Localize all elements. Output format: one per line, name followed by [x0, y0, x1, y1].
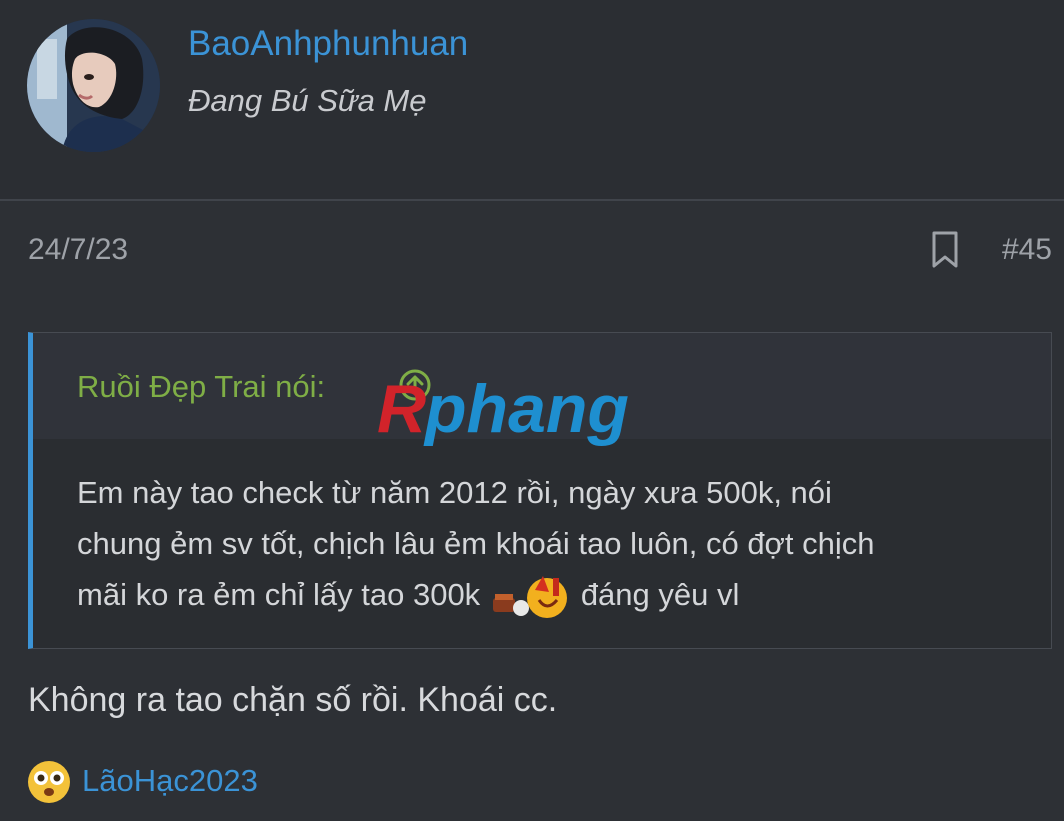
quote-line: chung ẻm sv tốt, chịch lâu ẻm khoái tao … [77, 526, 875, 561]
quote-author-link[interactable]: Ruồi Đẹp Trai nói: [77, 369, 325, 405]
quote-line: Em này tao check từ năm 2012 rồi, ngày x… [77, 475, 832, 510]
user-title: Đang Bú Sữa Mẹ [188, 83, 427, 118]
quote-line: mãi ko ra ẻm chỉ lấy tao 300k đáng yêu v… [77, 569, 1027, 622]
user-header: BaoAnhphunhuan Đang Bú Sữa Mẹ [0, 0, 1064, 201]
arrow-circle-up-icon[interactable] [398, 368, 432, 402]
quote-line-text: đáng yêu vl [580, 577, 740, 612]
post-number-link[interactable]: #45 [1002, 233, 1052, 267]
avatar[interactable] [27, 19, 160, 152]
username-link[interactable]: BaoAnhphunhuan [188, 24, 468, 64]
quote-block: Ruồi Đẹp Trai nói: Em này tao check từ n… [28, 332, 1052, 649]
post-meta: 24/7/23 #45 [0, 230, 1064, 274]
quote-content: Em này tao check từ năm 2012 rồi, ngày x… [77, 467, 1027, 622]
post-date[interactable]: 24/7/23 [28, 233, 128, 267]
reaction-user-link[interactable]: LãoHạc2023 [82, 763, 258, 799]
quote-header: Ruồi Đẹp Trai nói: [33, 333, 1051, 439]
quote-line-text: mãi ko ra ẻm chỉ lấy tao 300k [77, 577, 481, 612]
flushed-emoji-icon [26, 759, 72, 805]
bookmark-icon[interactable] [928, 230, 962, 270]
sticker-icon [491, 572, 573, 622]
reply-text: Không ra tao chặn số rồi. Khoái cc. [28, 681, 558, 719]
